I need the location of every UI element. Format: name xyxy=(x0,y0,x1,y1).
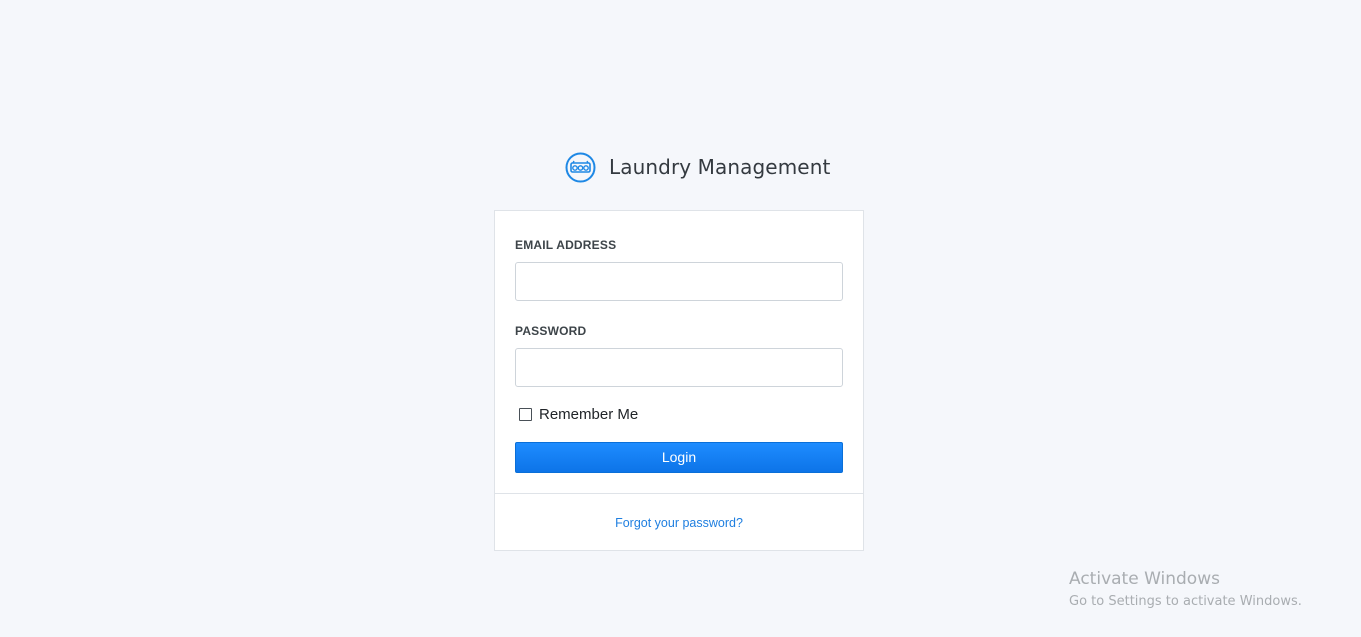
login-card: EMAIL ADDRESS PASSWORD Remember Me Login… xyxy=(494,210,864,551)
remember-me-label[interactable]: Remember Me xyxy=(539,406,638,423)
email-field[interactable] xyxy=(515,262,843,301)
card-footer: Forgot your password? xyxy=(495,493,863,551)
password-field[interactable] xyxy=(515,348,843,387)
watermark-subtitle: Go to Settings to activate Windows. xyxy=(1069,594,1302,609)
login-button[interactable]: Login xyxy=(515,442,843,473)
windows-activation-watermark: Activate Windows Go to Settings to activ… xyxy=(1069,568,1302,612)
forgot-password-link[interactable]: Forgot your password? xyxy=(615,516,743,530)
remember-me-row[interactable]: Remember Me xyxy=(519,406,638,423)
brand-header: Laundry Management xyxy=(565,150,830,184)
watermark-title: Activate Windows xyxy=(1069,569,1220,589)
remember-me-checkbox[interactable] xyxy=(519,408,532,421)
password-label: PASSWORD xyxy=(515,324,587,338)
washing-machine-icon xyxy=(565,152,596,183)
app-title: Laundry Management xyxy=(609,155,831,179)
email-label: EMAIL ADDRESS xyxy=(515,238,617,252)
login-form: EMAIL ADDRESS PASSWORD Remember Me Login xyxy=(495,211,863,493)
